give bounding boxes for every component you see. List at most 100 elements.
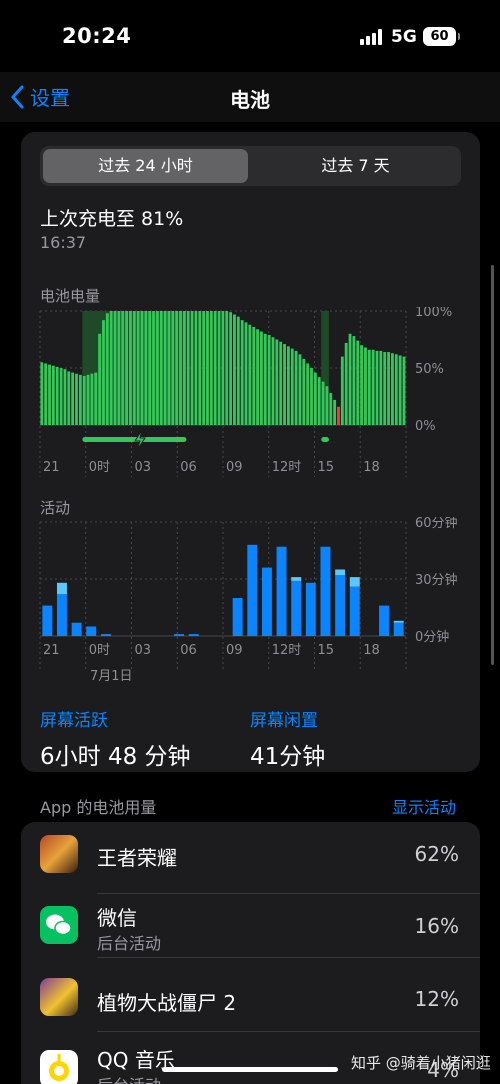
- battery-bar: [310, 368, 313, 425]
- battery-bar: [186, 311, 190, 425]
- battery-bar: [63, 369, 67, 425]
- home-indicator[interactable]: [162, 1067, 338, 1072]
- app-row-honor-of-kings[interactable]: 王者荣耀 62%: [21, 822, 480, 894]
- battery-bar: [144, 311, 148, 425]
- x-tick-label: 03: [135, 643, 152, 658]
- battery-bar: [225, 311, 229, 425]
- battery-bar: [371, 349, 375, 425]
- last-charge-time: 16:37: [40, 233, 87, 252]
- activity-active-bar: [100, 634, 111, 636]
- app-subtitle: 后台活动: [97, 1072, 161, 1084]
- x-tick-label: 15: [318, 643, 335, 658]
- battery-bar: [340, 356, 344, 425]
- app-percentage: 16%: [414, 914, 459, 938]
- x-tick-label: 0时: [89, 460, 110, 475]
- battery-bar: [163, 311, 167, 425]
- activity-chart-label: 活动: [40, 499, 71, 517]
- battery-bar: [283, 344, 286, 425]
- battery-bar: [256, 329, 259, 425]
- battery-bar: [387, 352, 390, 425]
- battery-bar: [360, 345, 364, 425]
- activity-active-bar: [86, 626, 97, 636]
- battery-bar: [148, 311, 152, 425]
- battery-bar: [383, 352, 387, 425]
- activity-active-bar: [305, 582, 316, 636]
- battery-bar: [71, 372, 75, 425]
- app-row-pvz2[interactable]: 植物大战僵尸 2 12%: [21, 960, 480, 1032]
- battery-bar: [364, 347, 367, 425]
- battery-bar: [44, 363, 48, 425]
- activity-active-bar: [393, 622, 404, 636]
- wechat-icon: [40, 906, 78, 944]
- x-tick-label: 12时: [272, 643, 302, 658]
- activity-idle-bar: [335, 569, 346, 576]
- battery-bar: [202, 311, 206, 425]
- y-tick-label: 60分钟: [415, 517, 458, 531]
- app-subtitle: 后台活动: [97, 934, 162, 953]
- battery-bar: [190, 311, 194, 425]
- app-name: 王者荣耀: [97, 846, 177, 870]
- show-activity-link[interactable]: 显示活动: [392, 794, 456, 818]
- battery-bar: [275, 339, 279, 425]
- battery-chart-label: 电池电量: [40, 287, 101, 305]
- battery-card: 过去 24 小时 过去 7 天 上次充电至 81% 16:37 电池电量 100…: [21, 132, 480, 772]
- battery-bar: [221, 311, 225, 425]
- battery-bar: [379, 350, 383, 425]
- battery-bar: [233, 314, 236, 425]
- battery-bar: [267, 334, 271, 425]
- x-tick-label: 06: [180, 643, 197, 658]
- activity-active-bar: [174, 634, 185, 636]
- app-row-wechat[interactable]: 微信 后台活动 16%: [21, 886, 480, 958]
- battery-bar: [394, 354, 398, 425]
- battery-bar: [86, 374, 90, 425]
- battery-bar: [75, 373, 78, 425]
- battery-bar: [140, 311, 144, 425]
- battery-bar: [132, 311, 136, 425]
- qq-music-icon: [40, 1050, 78, 1084]
- activity-active-bar: [291, 580, 302, 636]
- activity-active-bar: [56, 594, 67, 636]
- x-tick-label: 06: [180, 460, 197, 475]
- battery-bar: [125, 311, 129, 425]
- segment-7d[interactable]: 过去 7 天: [253, 149, 458, 183]
- battery-bar: [286, 346, 290, 425]
- battery-bar: [398, 355, 402, 425]
- battery-bar: [352, 336, 356, 425]
- battery-bar: [105, 313, 109, 425]
- battery-bar: [159, 311, 163, 425]
- activity-active-bar: [42, 605, 53, 636]
- scroll-indicator[interactable]: [491, 265, 494, 665]
- battery-bar: [117, 311, 121, 425]
- date-label: 7月1日: [90, 669, 133, 684]
- battery-bar: [290, 348, 294, 425]
- x-tick-label: 15: [318, 460, 335, 475]
- battery-bar: [248, 324, 252, 425]
- x-tick-label: 12时: [272, 460, 302, 475]
- battery-bar: [59, 368, 63, 425]
- screen-active-label: 屏幕活跃: [40, 711, 108, 731]
- battery-bar: [209, 311, 213, 425]
- activity-chart: 60分钟 30分钟 0分钟 21 0时 03 06 09 12时 15 18 7月1日: [39, 517, 458, 684]
- screen-active-value: 6小时 48 分钟: [40, 744, 191, 770]
- activity-active-bar: [232, 598, 243, 636]
- battery-bar: [236, 316, 240, 425]
- x-tick-label: 18: [363, 460, 380, 475]
- activity-idle-bar: [393, 620, 404, 623]
- activity-active-bar: [335, 575, 346, 636]
- battery-bar: [390, 353, 394, 425]
- signal-icon: [360, 29, 384, 45]
- battery-bar: [182, 311, 186, 425]
- x-tick-label: 21: [43, 643, 60, 658]
- activity-active-bar: [349, 586, 360, 636]
- app-name: 微信: [97, 906, 137, 930]
- segment-24h[interactable]: 过去 24 小时: [43, 149, 248, 183]
- battery-bar: [329, 393, 333, 425]
- y-tick-label: 100%: [415, 307, 452, 320]
- battery-bar: [302, 358, 306, 425]
- battery-bar: [129, 311, 132, 425]
- battery-level-chart: 100% 50% 0% 21 0时 03 06 09 12时 15 18: [39, 307, 452, 477]
- battery-bar: [402, 356, 406, 425]
- battery-bar: [356, 340, 360, 425]
- screen-active-stat: 屏幕活跃 6小时 48 分钟: [40, 706, 191, 771]
- activity-active-bar: [188, 634, 199, 636]
